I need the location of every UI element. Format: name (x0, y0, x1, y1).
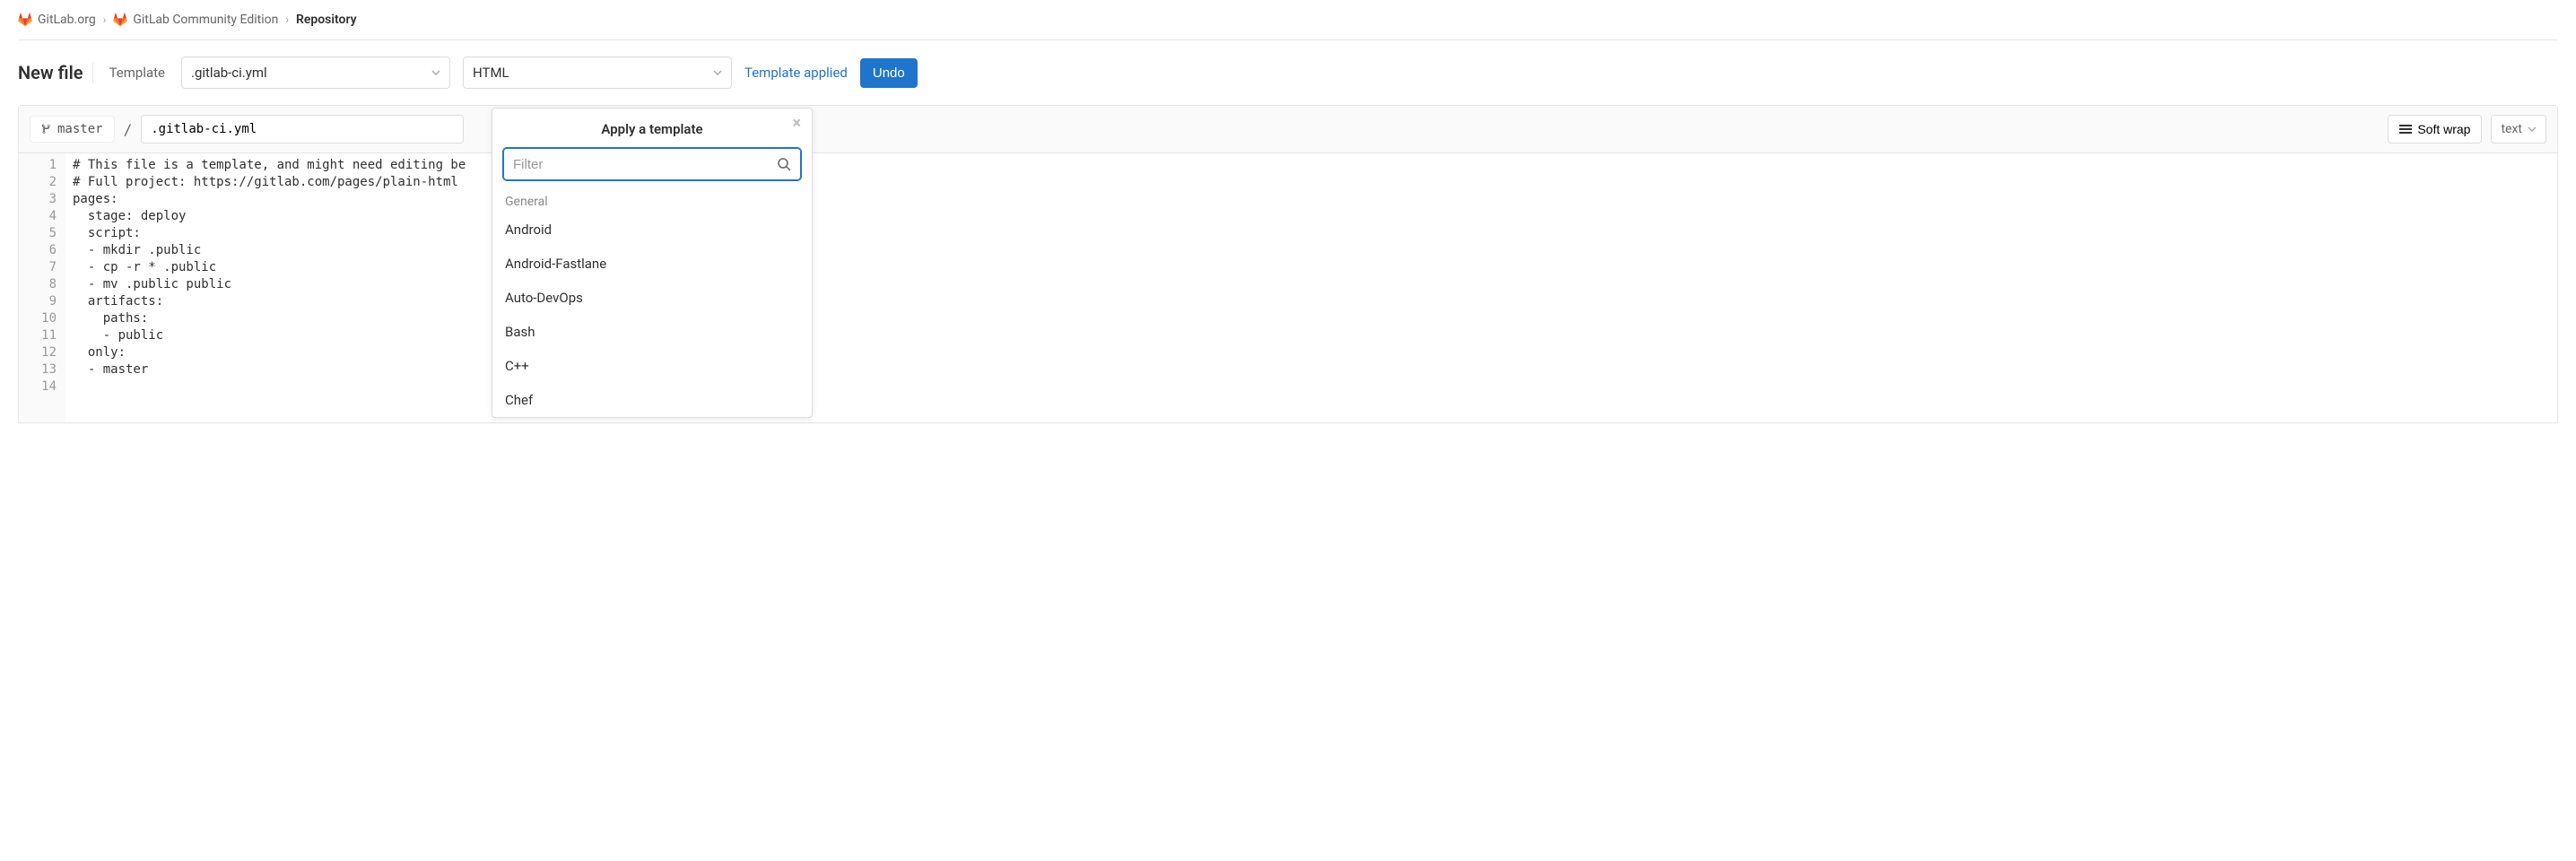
line-gutter: 1234567891011121314 (19, 153, 65, 422)
template-applied-link[interactable]: Template applied (744, 65, 848, 81)
breadcrumb-separator: › (285, 13, 289, 26)
breadcrumb-item-project[interactable]: GitLab Community Edition (113, 13, 278, 27)
editor-body[interactable]: 1234567891011121314 # This file is a tem… (19, 153, 2557, 422)
template-popover: Apply a template × General AndroidAndroi… (492, 108, 813, 418)
close-icon[interactable]: × (792, 116, 801, 132)
popover-item[interactable]: C++ (492, 349, 812, 383)
syntax-select[interactable]: text (2491, 115, 2546, 144)
softwrap-label: Soft wrap (2417, 122, 2470, 136)
syntax-label: text (2501, 122, 2522, 136)
template-type-select[interactable]: .gitlab-ci.yml (181, 57, 450, 89)
editor-header: master / Soft wrap text (19, 106, 2557, 153)
breadcrumb-item-current[interactable]: Repository (296, 13, 357, 27)
filter-wrap (503, 148, 801, 180)
popover-group-label: General (492, 187, 812, 213)
toolbar: New file Template .gitlab-ci.yml HTML Te… (18, 40, 2558, 105)
chevron-down-icon (431, 68, 440, 77)
popover-title: Apply a template (601, 121, 702, 137)
path-separator: / (124, 121, 133, 138)
popover-item[interactable]: Android-Fastlane (492, 247, 812, 281)
template-label: Template (106, 65, 169, 81)
gitlab-icon (113, 13, 127, 27)
softwrap-button[interactable]: Soft wrap (2388, 115, 2482, 144)
popover-item[interactable]: Android (492, 213, 812, 247)
select-value: HTML (473, 65, 509, 81)
popover-header: Apply a template × (492, 109, 812, 148)
breadcrumb-item-org[interactable]: GitLab.org (18, 13, 96, 27)
breadcrumb-label: GitLab Community Edition (133, 13, 278, 27)
page-title: New file (18, 62, 93, 83)
editor: master / Soft wrap text 1234567891011121… (18, 105, 2558, 423)
breadcrumb-label: Repository (296, 13, 357, 27)
select-value: .gitlab-ci.yml (191, 65, 267, 81)
branch-name: master (57, 122, 103, 136)
undo-button[interactable]: Undo (860, 58, 918, 88)
branch-icon (41, 123, 52, 135)
code-area[interactable]: # This file is a template, and might nee… (65, 153, 2557, 422)
popover-item[interactable]: Bash (492, 315, 812, 349)
breadcrumb-separator: › (103, 13, 107, 26)
chevron-down-icon (2528, 125, 2537, 134)
breadcrumb-label: GitLab.org (38, 13, 96, 27)
template-language-select[interactable]: HTML (463, 57, 732, 89)
popover-item-list: AndroidAndroid-FastlaneAuto-DevOpsBashC+… (492, 213, 812, 417)
popover-item[interactable]: Auto-DevOps (492, 281, 812, 315)
gitlab-icon (18, 13, 32, 27)
search-icon (777, 157, 791, 171)
branch-chip: master (30, 116, 115, 143)
breadcrumb: GitLab.org › GitLab Community Edition › … (18, 0, 2558, 40)
wrap-icon (2399, 125, 2412, 134)
filename-input[interactable] (141, 115, 464, 144)
popover-item[interactable]: Chef (492, 383, 812, 417)
chevron-down-icon (713, 68, 722, 77)
filter-input[interactable] (513, 157, 777, 172)
